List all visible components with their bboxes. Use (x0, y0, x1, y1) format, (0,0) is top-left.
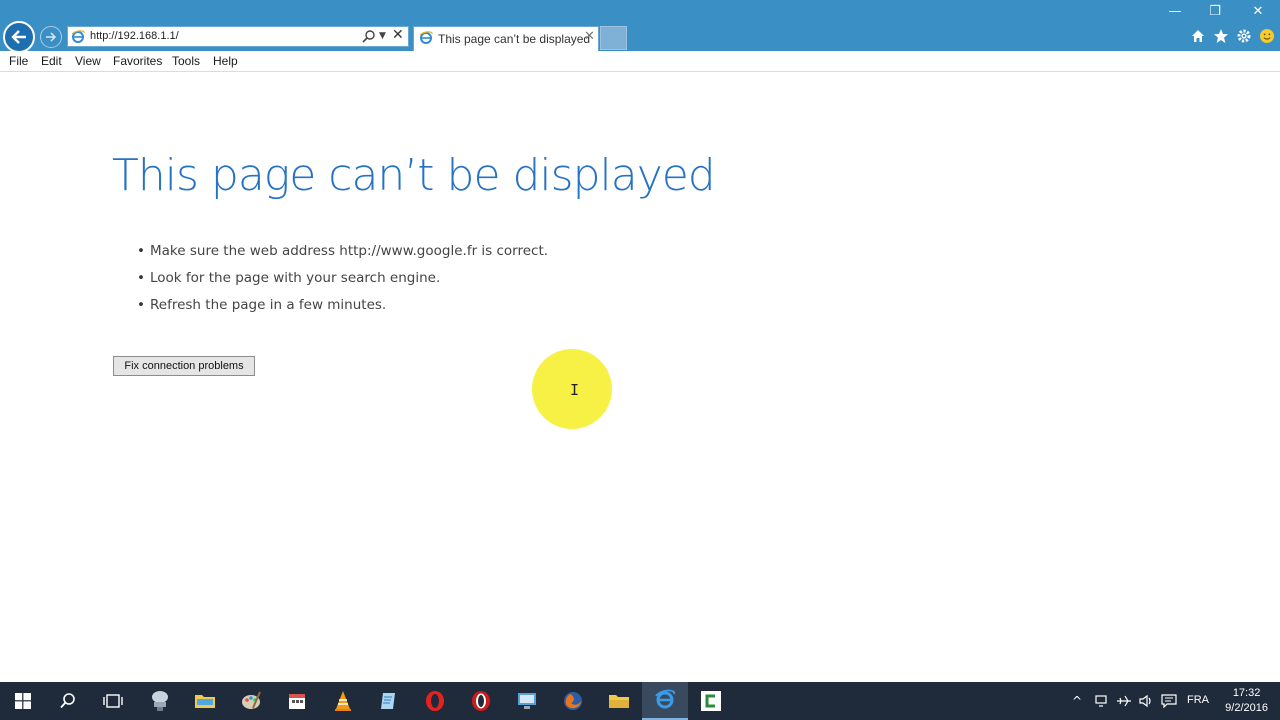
ie-tab-icon (419, 31, 433, 44)
bullet-icon: • (137, 297, 145, 313)
list-item-text: Make sure the web address http://www.goo… (150, 243, 549, 259)
notepad-icon (381, 693, 395, 709)
address-url[interactable]: http://192.168.1.1/ (90, 30, 179, 42)
bullet-icon: • (137, 243, 145, 259)
taskbar-app-notepad[interactable] (366, 682, 412, 720)
windows-logo-icon (15, 693, 31, 709)
text-cursor-icon: I (570, 381, 580, 399)
list-item: • Make sure the web address http://www.go… (137, 243, 548, 270)
suggestion-list: • Make sure the web address http://www.go… (137, 243, 548, 324)
menu-file[interactable]: File (9, 54, 28, 68)
firefox-icon (564, 692, 582, 710)
forward-button[interactable] (40, 26, 62, 48)
network-drive-icon (152, 691, 168, 711)
folder-icon (195, 695, 215, 708)
internet-explorer-icon (655, 689, 675, 709)
menu-help[interactable]: Help (213, 54, 238, 68)
search-icon[interactable] (362, 29, 376, 43)
taskbar-app-internet-explorer[interactable] (642, 682, 688, 720)
taskbar-app-opera-dark[interactable] (458, 682, 504, 720)
ie-page-icon (71, 30, 85, 43)
page-title: This page can’t be displayed (112, 150, 716, 201)
menu-view[interactable]: View (75, 54, 101, 68)
list-item: • Refresh the page in a few minutes. (137, 297, 548, 324)
network-icon[interactable] (1094, 694, 1110, 708)
opera-icon (426, 691, 444, 711)
clock[interactable]: 17:32 9/2/2016 (1225, 686, 1268, 716)
taskbar-app-folder[interactable] (182, 682, 228, 720)
tab-close-icon[interactable]: ✕ (584, 29, 595, 44)
taskbar-app-vlc[interactable] (320, 682, 366, 720)
close-button[interactable]: ✕ (1249, 4, 1267, 20)
new-tab-button[interactable] (600, 26, 627, 50)
paint-palette-icon (242, 691, 261, 709)
taskbar-app-file-explorer[interactable] (596, 682, 642, 720)
tab-title: This page can’t be displayed (438, 32, 591, 46)
volume-icon[interactable] (1138, 694, 1154, 708)
task-view-icon (103, 694, 123, 708)
task-view-button[interactable] (90, 682, 136, 720)
clock-date: 9/2/2016 (1225, 702, 1268, 714)
fix-connection-button[interactable]: Fix connection problems (113, 356, 255, 376)
camtasia-icon (701, 691, 721, 711)
action-center-icon[interactable] (1161, 694, 1177, 708)
taskbar-app-calendar[interactable] (274, 682, 320, 720)
taskbar-app-camtasia[interactable] (688, 682, 734, 720)
vlc-cone-icon (335, 691, 351, 711)
taskbar-app-opera[interactable] (412, 682, 458, 720)
minimize-button[interactable]: — (1166, 4, 1184, 20)
bullet-icon: • (137, 270, 145, 286)
taskbar-app-firefox[interactable] (550, 682, 596, 720)
menu-favorites[interactable]: Favorites (113, 54, 162, 68)
file-explorer-icon (609, 695, 629, 708)
airplane-icon[interactable] (1116, 694, 1132, 708)
favorites-star-icon[interactable] (1213, 28, 1229, 44)
gear-icon[interactable] (1236, 28, 1252, 44)
smiley-feedback-icon[interactable] (1259, 28, 1275, 44)
menu-tools[interactable]: Tools (172, 54, 200, 68)
menu-bar: File Edit View Favorites Tools Help (0, 51, 1280, 72)
list-item: • Look for the page with your search engi… (137, 270, 548, 297)
language-indicator[interactable]: FRA (1187, 694, 1209, 706)
arrow-left-icon (11, 30, 26, 44)
search-icon (60, 693, 75, 709)
remote-desktop-icon (518, 693, 536, 709)
restore-button[interactable]: ❐ (1206, 4, 1224, 20)
search-dropdown-icon[interactable]: ▼ (379, 31, 386, 41)
arrow-right-icon (46, 32, 57, 42)
taskbar-search-button[interactable] (45, 682, 91, 720)
taskbar: ^ FRA 17:32 9/2/2016 (0, 682, 1280, 720)
menu-edit[interactable]: Edit (41, 54, 62, 68)
stop-icon[interactable]: ✕ (392, 27, 404, 43)
taskbar-app-network-drive[interactable] (137, 682, 183, 720)
taskbar-app-paint[interactable] (228, 682, 274, 720)
browser-title-bar: http://192.168.1.1/ ▼ ✕ This page can’t … (0, 0, 1280, 53)
back-button[interactable] (3, 21, 35, 53)
opera-dark-icon (472, 691, 490, 711)
start-button[interactable] (0, 682, 46, 720)
tray-overflow-icon[interactable]: ^ (1072, 694, 1082, 708)
tab-active[interactable]: This page can’t be displayed ✕ (413, 26, 599, 51)
clock-time: 17:32 (1232, 687, 1261, 699)
taskbar-app-remote-desktop[interactable] (504, 682, 550, 720)
home-icon[interactable] (1190, 28, 1206, 44)
list-item-text: Look for the page with your search engin… (150, 270, 441, 286)
address-bar[interactable]: http://192.168.1.1/ ▼ ✕ (67, 26, 409, 47)
calendar-icon (289, 694, 305, 709)
list-item-text: Refresh the page in a few minutes. (150, 297, 387, 313)
